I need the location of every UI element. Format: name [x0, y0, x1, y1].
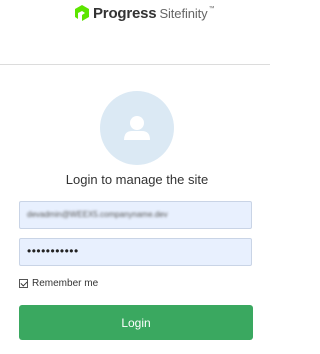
logo-brand-text: Progress: [93, 4, 157, 22]
page-header: Progress Sitefinity™: [0, 0, 270, 65]
login-title: Login to manage the site: [65, 172, 209, 187]
logo-product-text: Sitefinity™: [159, 5, 215, 21]
email-field[interactable]: devadmin@WEEX5.companyname.dev: [19, 201, 252, 229]
checkbox-checked-icon[interactable]: [19, 278, 28, 288]
trademark-mark: ™: [208, 5, 215, 12]
remember-me[interactable]: Remember me: [19, 276, 98, 290]
password-field[interactable]: •••••••••••: [19, 238, 252, 266]
user-avatar-icon: [100, 91, 174, 165]
progress-sitefinity-logo: Progress Sitefinity™: [72, 3, 215, 23]
login-button[interactable]: Login: [19, 305, 253, 340]
progress-logo-icon: [75, 5, 89, 21]
remember-me-label: Remember me: [32, 277, 99, 289]
